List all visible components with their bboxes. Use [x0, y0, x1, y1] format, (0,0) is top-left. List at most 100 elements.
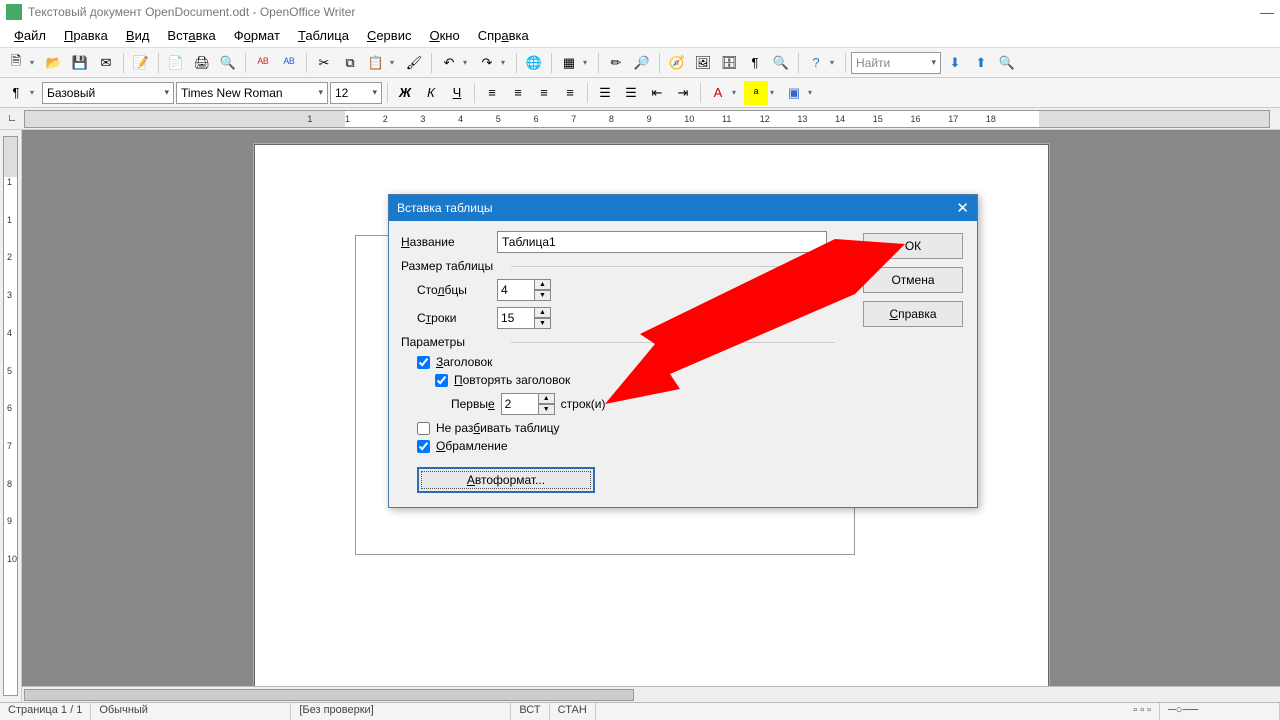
menu-view[interactable]: Вид — [118, 26, 158, 45]
font-name-combo[interactable]: Times New Roman▾ — [176, 82, 328, 104]
rows-spinner[interactable]: ▲▼ — [497, 307, 551, 329]
table-icon[interactable]: ▦ — [557, 51, 581, 75]
find-next-icon[interactable]: ⬇ — [943, 51, 967, 75]
edit-doc-icon[interactable]: 📝 — [129, 51, 153, 75]
spin-up-icon[interactable]: ▲ — [535, 279, 551, 290]
menu-edit[interactable]: Правка — [56, 26, 116, 45]
dialog-titlebar[interactable]: Вставка таблицы ✕ — [389, 195, 977, 221]
align-justify-icon[interactable]: ≡ — [558, 81, 582, 105]
border-checkbox[interactable] — [417, 440, 430, 453]
name-input[interactable] — [497, 231, 827, 253]
statusbar: Страница 1 / 1 Обычный [Без проверки] ВС… — [0, 702, 1280, 720]
indent-dec-icon[interactable]: ⇤ — [645, 81, 669, 105]
bold-icon[interactable]: Ж — [393, 81, 417, 105]
status-insert-mode[interactable]: ВСТ — [511, 703, 549, 720]
new-icon[interactable]: 🗎 — [4, 51, 28, 75]
repeat-header-checkbox[interactable] — [435, 374, 448, 387]
bg-color-icon[interactable]: ▣ — [782, 81, 806, 105]
spin-up-icon[interactable]: ▲ — [535, 307, 551, 318]
autospell-icon[interactable]: ᴬᴮ — [277, 51, 301, 75]
spin-down-icon[interactable]: ▼ — [539, 404, 555, 415]
menu-table[interactable]: Таблица — [290, 26, 357, 45]
align-right-icon[interactable]: ≡ — [532, 81, 556, 105]
email-icon[interactable]: ✉ — [94, 51, 118, 75]
print-icon[interactable]: 🖨 — [190, 51, 214, 75]
header-checkbox[interactable] — [417, 356, 430, 369]
font-color-icon[interactable]: A — [706, 81, 730, 105]
align-center-icon[interactable]: ≡ — [506, 81, 530, 105]
status-page: Страница 1 / 1 — [0, 703, 91, 720]
status-zoom-slider[interactable]: ─○── — [1160, 703, 1280, 720]
size-group-label: Размер таблицы — [401, 259, 965, 273]
app-icon — [6, 4, 22, 20]
menu-format[interactable]: Формат — [226, 26, 288, 45]
horizontal-scrollbar[interactable] — [22, 686, 1280, 702]
first-unit-label: строк(и) — [561, 397, 606, 411]
paste-icon[interactable]: 📋 — [364, 51, 388, 75]
copy-icon[interactable]: ⧉ — [338, 51, 362, 75]
menu-window[interactable]: Окно — [421, 26, 467, 45]
window-title: Текстовый документ OpenDocument.odt - Op… — [28, 5, 355, 19]
align-left-icon[interactable]: ≡ — [480, 81, 504, 105]
find-input[interactable]: Найти ▾ — [851, 52, 941, 74]
status-selection-mode[interactable]: СТАН — [550, 703, 596, 720]
horizontal-ruler[interactable]: 1123456789101112131415161718 — [24, 110, 1270, 128]
pdf-icon[interactable]: 📄 — [164, 51, 188, 75]
cut-icon[interactable]: ✂ — [312, 51, 336, 75]
save-icon[interactable]: 💾 — [68, 51, 92, 75]
bullet-list-icon[interactable]: ☰ — [619, 81, 643, 105]
italic-icon[interactable]: К — [419, 81, 443, 105]
number-list-icon[interactable]: ☰ — [593, 81, 617, 105]
spin-down-icon[interactable]: ▼ — [535, 318, 551, 329]
menu-help[interactable]: Справка — [470, 26, 537, 45]
params-group-label: Параметры — [401, 335, 965, 349]
datasources-icon[interactable]: 🗄 — [717, 51, 741, 75]
gallery-icon[interactable]: 🖼 — [691, 51, 715, 75]
find-replace-icon[interactable]: 🔎 — [630, 51, 654, 75]
find-toolbar-icon[interactable]: 🔍 — [995, 51, 1019, 75]
menu-file[interactable]: Файл — [6, 26, 54, 45]
paragraph-style-combo[interactable]: Базовый▾ — [42, 82, 174, 104]
dialog-title: Вставка таблицы — [397, 201, 493, 215]
spin-up-icon[interactable]: ▲ — [539, 393, 555, 404]
help-button[interactable]: Справка — [863, 301, 963, 327]
help-icon[interactable]: ? — [804, 51, 828, 75]
redo-icon[interactable]: ↷ — [475, 51, 499, 75]
menubar: Файл Правка Вид Вставка Формат Таблица С… — [0, 24, 1280, 48]
status-language[interactable]: [Без проверки] — [291, 703, 511, 720]
nonprinting-icon[interactable]: ¶ — [743, 51, 767, 75]
clone-fmt-icon[interactable]: 🖌 — [402, 51, 426, 75]
navigator-icon[interactable]: 🧭 — [665, 51, 689, 75]
underline-icon[interactable]: Ч — [445, 81, 469, 105]
columns-spinner[interactable]: ▲▼ — [497, 279, 551, 301]
insert-table-dialog: Вставка таблицы ✕ ОК Отмена Справка Назв… — [388, 194, 978, 508]
indent-inc-icon[interactable]: ⇥ — [671, 81, 695, 105]
status-view-icons[interactable]: ▫ ▫ ▫ — [1125, 703, 1160, 720]
zoom-icon[interactable]: 🔍 — [769, 51, 793, 75]
find-placeholder: Найти — [856, 56, 890, 70]
show-draw-icon[interactable]: ✏ — [604, 51, 628, 75]
find-prev-icon[interactable]: ⬆ — [969, 51, 993, 75]
highlight-icon[interactable]: ᵃ — [744, 81, 768, 105]
styles-icon[interactable]: ¶ — [4, 81, 28, 105]
repeat-header-label: Повторять заголовок — [454, 373, 570, 387]
nosplit-checkbox[interactable] — [417, 422, 430, 435]
font-size-combo[interactable]: 12▾ — [330, 82, 382, 104]
open-icon[interactable]: 📂 — [42, 51, 66, 75]
menu-insert[interactable]: Вставка — [159, 26, 223, 45]
hyperlink-icon[interactable]: 🌐 — [522, 51, 546, 75]
spin-down-icon[interactable]: ▼ — [535, 290, 551, 301]
minimize-button[interactable]: — — [1260, 4, 1274, 20]
close-icon[interactable]: ✕ — [956, 199, 969, 217]
menu-tools[interactable]: Сервис — [359, 26, 420, 45]
spellcheck-icon[interactable]: ᴬᴮ — [251, 51, 275, 75]
first-rows-spinner[interactable]: ▲▼ — [501, 393, 555, 415]
header-checkbox-label: Заголовок — [436, 355, 492, 369]
autoformat-button[interactable]: Автоформат... — [417, 467, 595, 493]
ruler-corner-icon: ∟ — [0, 108, 24, 129]
preview-icon[interactable]: 🔍 — [216, 51, 240, 75]
status-style[interactable]: Обычный — [91, 703, 291, 720]
undo-icon[interactable]: ↶ — [437, 51, 461, 75]
vertical-ruler[interactable]: 112345678910 — [0, 130, 22, 702]
ok-button[interactable]: ОК — [863, 233, 963, 259]
